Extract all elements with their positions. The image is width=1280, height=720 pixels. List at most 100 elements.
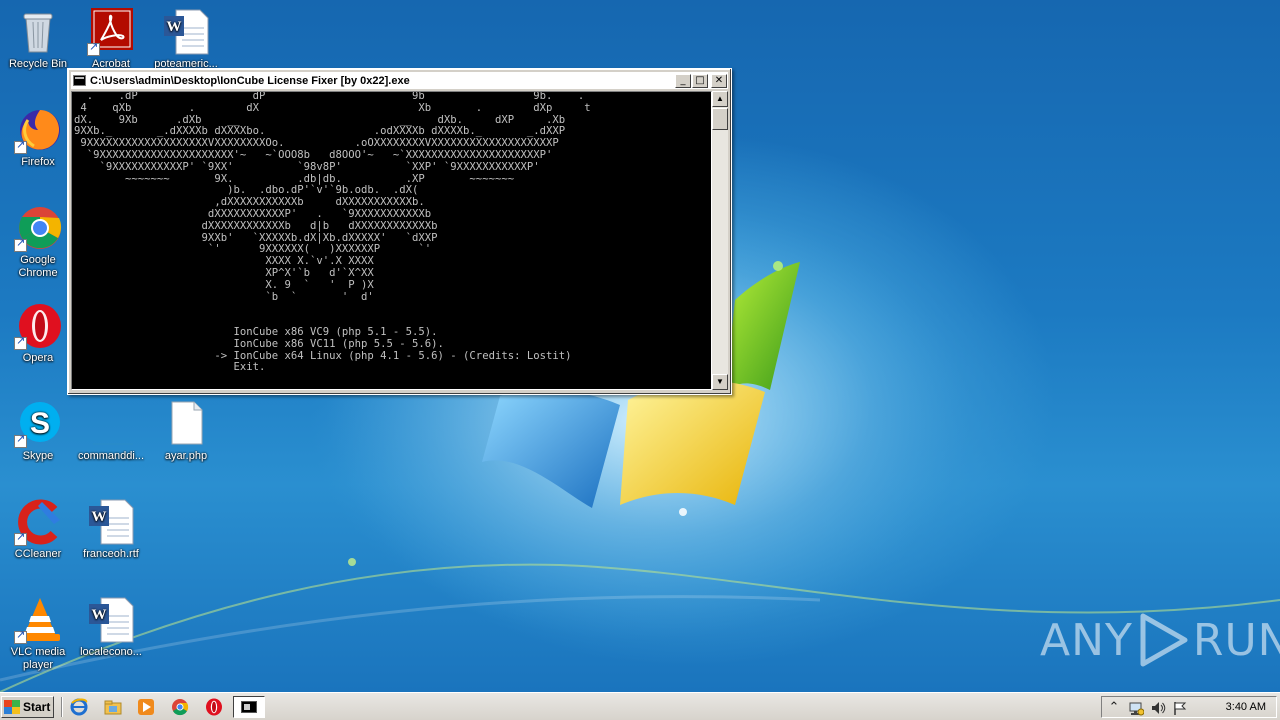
blank-file-icon — [162, 400, 210, 448]
skype-icon: S — [14, 400, 62, 448]
recycle-bin-icon — [14, 8, 62, 56]
desktop-icon-label: Google Chrome — [18, 254, 58, 279]
network-icon[interactable] — [1128, 700, 1144, 716]
desktop-icon-label: franceoh.rtf — [83, 548, 139, 560]
start-label: Start — [23, 700, 51, 714]
scroll-thumb[interactable] — [712, 108, 728, 130]
desktop-icon-localecono[interactable]: W localecono... — [73, 596, 149, 659]
chrome-icon — [14, 204, 62, 252]
console-line: 9XXb' `XXXXXb.dX|Xb.dXXXXX' `dXXP — [201, 231, 438, 244]
desktop-icon-franceoh[interactable]: W franceoh.rtf — [73, 498, 149, 561]
clock[interactable]: 3:40 AM — [1226, 701, 1266, 713]
desktop-icon-label: localecono... — [80, 646, 142, 658]
desktop-icon-recycle-bin[interactable]: Recycle Bin — [0, 8, 76, 71]
console-line: 9XXb._ _.dXXXXb dXXXXbo. .odXXXXb dXXXXb… — [74, 125, 566, 138]
console-line: . .dP dP 9b 9b. . — [86, 91, 585, 102]
explorer-icon[interactable] — [104, 698, 122, 716]
blank-file-icon — [87, 400, 135, 448]
console-line: `9XXXXXXXXXXXP' `9XX' `98v8P' `XXP' `9XX… — [99, 160, 540, 173]
word-document-icon: W — [162, 8, 210, 56]
desktop-icon-poteameric[interactable]: W poteameric... — [148, 8, 224, 71]
console-line: dXXXXXXXXXXXP' . `9XXXXXXXXXXXb — [207, 207, 432, 220]
console-line: XP^X'`b d'`X^XX — [265, 266, 374, 279]
shortcut-arrow-icon — [14, 433, 27, 448]
console-line: Exit. — [233, 361, 266, 374]
desktop-icon-skype[interactable]: S Skype — [0, 400, 76, 463]
opera-icon — [14, 302, 62, 350]
console-line: 9XXXXXXXXXXXXXXXXXXXVXXXXXXXXOo. .oOXXXX… — [80, 137, 559, 150]
system-tray: ⌃ 3:40 AM — [1101, 696, 1277, 718]
vertical-scrollbar[interactable]: ▲ ▼ — [712, 91, 728, 390]
console-line: 4 qXb . dX Xb . dXp t — [80, 101, 591, 114]
desktop-icon-commanddi[interactable]: commanddi... — [73, 400, 149, 463]
desktop: Recycle Bin Acrobat W poteameric... Fire… — [0, 0, 1280, 692]
desktop-icon-acrobat[interactable]: Acrobat — [73, 8, 149, 71]
console-line: X. 9 ` ' P )X — [265, 278, 374, 291]
scroll-up-button[interactable]: ▲ — [712, 91, 728, 107]
watermark-text-right: RUN — [1192, 614, 1280, 666]
svg-text:W: W — [92, 509, 107, 525]
console-titlebar[interactable]: C:\Users\admin\Desktop\IonCube License F… — [71, 72, 728, 89]
console-line: `9XXXXXXXXXXXXXXXXXXXXX'~ ~`OOO8b d8OOO'… — [86, 148, 553, 161]
console-line: IonCube x86 VC9 (php 5.1 - 5.5). — [233, 325, 438, 338]
console-app-icon[interactable] — [73, 75, 86, 86]
console-text: . .dP dP 9b 9b. . 4 qXb . dX Xb . dXp t … — [74, 91, 711, 374]
svg-text:S: S — [30, 407, 50, 440]
play-triangle-icon — [1140, 613, 1188, 667]
desktop-icon-label: ayar.php — [164, 450, 208, 462]
acrobat-icon — [87, 8, 135, 56]
console-output[interactable]: . .dP dP 9b 9b. . 4 qXb . dX Xb . dXp t … — [71, 91, 712, 390]
console-window[interactable]: C:\Users\admin\Desktop\IonCube License F… — [67, 68, 732, 395]
console-title: C:\Users\admin\Desktop\IonCube License F… — [90, 74, 410, 87]
minimize-button[interactable]: _ — [675, 73, 691, 88]
svg-text:W: W — [92, 607, 107, 623]
console-line: ,dXXXXXXXXXXXb dXXXXXXXXXXXb. — [214, 196, 425, 209]
word-document-icon: W — [87, 596, 135, 644]
console-line: `b ` ' d' — [265, 290, 374, 303]
console-line: ~~~~~~~ 9X. .db|db. .XP ~~~~~~~ — [125, 172, 515, 185]
firefox-icon — [14, 106, 62, 154]
taskbar-separator — [61, 697, 63, 717]
show-hidden-icons-icon[interactable]: ⌃ — [1106, 700, 1122, 716]
desktop-icon-vlc[interactable]: VLC media player — [0, 596, 76, 672]
console-line: -> IonCube x64 Linux (php 4.1 - 5.6) - (… — [214, 349, 572, 362]
desktop-icon-ccleaner[interactable]: CCleaner — [0, 498, 76, 561]
desktop-icon-label: Recycle Bin — [8, 58, 68, 70]
console-line: )b. .dbo.dP'`v'`9b.odb. .dX( — [227, 184, 419, 197]
desktop-icon-label: Opera — [22, 352, 54, 364]
console-line: `' 9XXXXXX( )XXXXXXP `' — [207, 243, 432, 256]
console-line: dX. 9Xb .dXb __ __ dXb. dXP .Xb — [74, 113, 566, 126]
shortcut-arrow-icon — [14, 531, 27, 546]
desktop-icon-label: Skype — [22, 450, 54, 462]
start-button[interactable]: Start — [1, 696, 54, 718]
opera-icon[interactable] — [205, 698, 223, 716]
media-player-icon[interactable] — [137, 698, 155, 716]
console-line: dXXXXXXXXXXXXb d|b dXXXXXXXXXXXXb — [201, 219, 438, 232]
maximize-button[interactable]: □ — [692, 73, 708, 88]
console-app-icon — [241, 701, 257, 713]
desktop-icon-ayar-php[interactable]: ayar.php — [148, 400, 224, 463]
anyrun-watermark: ANY RUN — [1040, 612, 1280, 668]
desktop-icon-chrome[interactable]: Google Chrome — [0, 204, 76, 280]
console-line: IonCube x86 VC11 (php 5.5 - 5.6). — [233, 337, 444, 350]
shortcut-arrow-icon — [87, 41, 100, 56]
console-line: XXXX X.`v'.X XXXX — [265, 255, 374, 268]
scroll-down-button[interactable]: ▼ — [712, 374, 728, 390]
desktop-icon-label: CCleaner — [14, 548, 62, 560]
taskbar: Start ⌃ 3:40 AM — [0, 692, 1280, 720]
desktop-icon-label: VLC media player — [10, 646, 66, 671]
ie-icon[interactable] — [70, 698, 88, 716]
close-button[interactable]: ✕ — [711, 73, 727, 88]
shortcut-arrow-icon — [14, 335, 27, 350]
action-center-flag-icon[interactable] — [1172, 700, 1188, 716]
desktop-icon-firefox[interactable]: Firefox — [0, 106, 76, 169]
desktop-icon-opera[interactable]: Opera — [0, 302, 76, 365]
taskbar-console-button[interactable] — [233, 696, 265, 718]
word-document-icon: W — [87, 498, 135, 546]
watermark-text-left: ANY — [1040, 614, 1133, 666]
windows-logo-icon — [4, 700, 20, 714]
shortcut-arrow-icon — [14, 237, 27, 252]
shortcut-arrow-icon — [14, 139, 27, 154]
volume-icon[interactable] — [1150, 700, 1166, 716]
chrome-icon[interactable] — [171, 698, 189, 716]
